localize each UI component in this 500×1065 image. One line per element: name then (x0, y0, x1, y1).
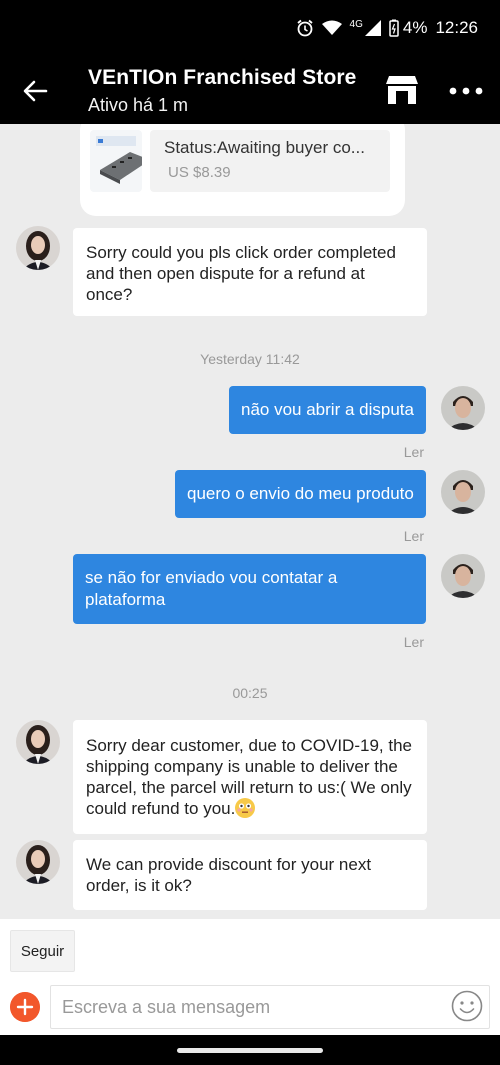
seller-avatar[interactable] (16, 840, 60, 884)
system-nav-bar (0, 1035, 500, 1065)
cell-signal-icon (364, 20, 381, 36)
composer-area: Seguir (0, 919, 500, 1035)
more-icon[interactable] (449, 87, 483, 95)
emoji-picker-icon[interactable] (451, 990, 483, 1022)
message-bubble-buyer[interactable]: quero o envio do meu produto (175, 470, 426, 518)
read-receipt: Ler (403, 444, 424, 460)
back-arrow-icon[interactable] (22, 78, 48, 104)
alarm-icon (296, 19, 314, 37)
flushed-face-emoji-icon (235, 798, 256, 818)
seller-avatar[interactable] (16, 226, 60, 270)
add-attachment-icon[interactable] (10, 992, 40, 1022)
follow-button[interactable]: Seguir (10, 930, 75, 972)
message-input[interactable] (50, 985, 490, 1029)
message-bubble-seller[interactable]: We can provide discount for your next or… (73, 840, 427, 910)
clock: 12:26 (435, 18, 478, 37)
timestamp-divider: Yesterday 11:42 (200, 351, 300, 367)
store-icon[interactable] (385, 75, 419, 105)
home-gesture-bar[interactable] (177, 1048, 323, 1053)
timestamp-divider: 00:25 (232, 685, 268, 701)
message-bubble-seller[interactable]: Sorry dear customer, due to COVID-19, th… (73, 720, 427, 834)
product-thumbnail[interactable] (90, 130, 142, 192)
message-bubble-seller[interactable]: Sorry could you pls click order complete… (73, 228, 427, 316)
order-price: US $8.39 (168, 164, 231, 181)
battery-icon (389, 19, 399, 37)
message-bubble-buyer[interactable]: não vou abrir a disputa (229, 386, 426, 434)
buyer-avatar[interactable] (441, 386, 485, 430)
status-bar: 4G 4% 12:26 (0, 0, 500, 58)
buyer-avatar[interactable] (441, 554, 485, 598)
wifi-icon (321, 20, 342, 36)
read-receipt: Ler (403, 634, 424, 650)
message-bubble-buyer[interactable]: se não for enviado vou contatar a plataf… (73, 554, 426, 624)
order-card[interactable]: Status:Awaiting buyer co... US $8.39 (80, 124, 405, 216)
battery-percent: 4% (402, 18, 428, 37)
buyer-avatar[interactable] (441, 470, 485, 514)
network-label: 4G (349, 18, 363, 30)
chat-header: VEnTIOn Franchised Store Ativo há 1 m (0, 58, 500, 124)
read-receipt: Ler (403, 528, 424, 544)
active-status: Ativo há 1 m (88, 95, 189, 115)
chat-area[interactable]: Status:Awaiting buyer co... US $8.39 Sor… (0, 124, 500, 919)
order-status: Status:Awaiting buyer co... (164, 138, 365, 157)
store-name[interactable]: VEnTIOn Franchised Store (88, 66, 356, 90)
seller-avatar[interactable] (16, 720, 60, 764)
